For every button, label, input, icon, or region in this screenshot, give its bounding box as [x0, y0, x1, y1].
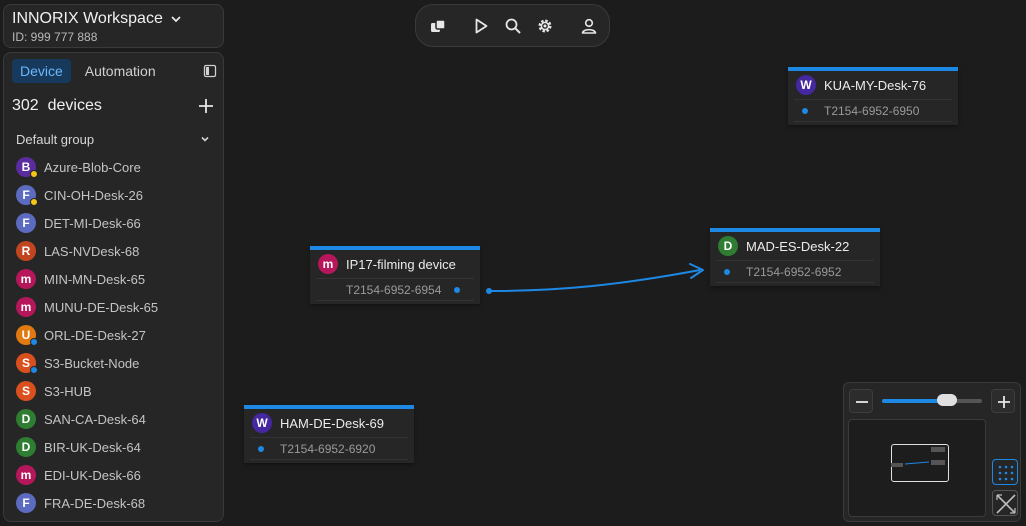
device-avatar: D	[718, 236, 738, 256]
zoom-out-button[interactable]	[849, 389, 873, 413]
port-connector[interactable]	[454, 286, 460, 293]
port-connector[interactable]	[802, 107, 808, 114]
device-node-mad[interactable]: D MAD-ES-Desk-22 T2154-6952-6952	[710, 228, 880, 286]
node-title: KUA-MY-Desk-76	[824, 77, 927, 93]
node-title: IP17-filming device	[346, 256, 456, 272]
device-avatar: W	[796, 75, 816, 95]
zoom-slider-thumb[interactable]	[937, 394, 957, 406]
port-label: T2154-6952-6920	[280, 441, 376, 456]
node-header: W KUA-MY-Desk-76	[788, 71, 958, 99]
node-port[interactable]: T2154-6952-6920	[250, 437, 408, 460]
grid-snap-button[interactable]	[992, 459, 1018, 485]
dot-grid-icon	[998, 465, 1014, 481]
device-avatar: W	[252, 413, 272, 433]
zoom-slider[interactable]	[882, 394, 982, 406]
port-label: T2154-6952-6952	[746, 264, 842, 279]
node-title: HAM-DE-Desk-69	[280, 415, 385, 431]
port-connector[interactable]	[258, 445, 264, 452]
device-avatar: m	[318, 254, 338, 274]
device-node-kua[interactable]: W KUA-MY-Desk-76 T2154-6952-6950	[788, 67, 958, 125]
node-header: m IP17-filming device	[310, 250, 480, 278]
node-port[interactable]: T2154-6952-6954	[316, 278, 474, 301]
node-port[interactable]: T2154-6952-6950	[794, 99, 952, 122]
port-connector[interactable]	[724, 268, 730, 275]
node-header: D MAD-ES-Desk-22	[710, 232, 880, 260]
zoom-in-button[interactable]	[991, 389, 1015, 413]
plus-icon	[998, 396, 1010, 408]
fit-view-button[interactable]	[992, 490, 1018, 516]
node-header: W HAM-DE-Desk-69	[244, 409, 414, 437]
node-port[interactable]: T2154-6952-6952	[716, 260, 874, 283]
port-label: T2154-6952-6954	[346, 282, 442, 297]
device-node-ham[interactable]: W HAM-DE-Desk-69 T2154-6952-6920	[244, 405, 414, 463]
port-label: T2154-6952-6950	[824, 103, 920, 118]
minimap[interactable]	[848, 419, 986, 517]
minimap-nodes	[891, 447, 945, 467]
device-node-ip17[interactable]: m IP17-filming device T2154-6952-6954	[310, 246, 480, 304]
node-title: MAD-ES-Desk-22	[746, 238, 850, 254]
zoom-panel	[843, 382, 1021, 522]
crossed-lines-icon	[996, 494, 1016, 514]
minus-icon	[856, 401, 868, 403]
